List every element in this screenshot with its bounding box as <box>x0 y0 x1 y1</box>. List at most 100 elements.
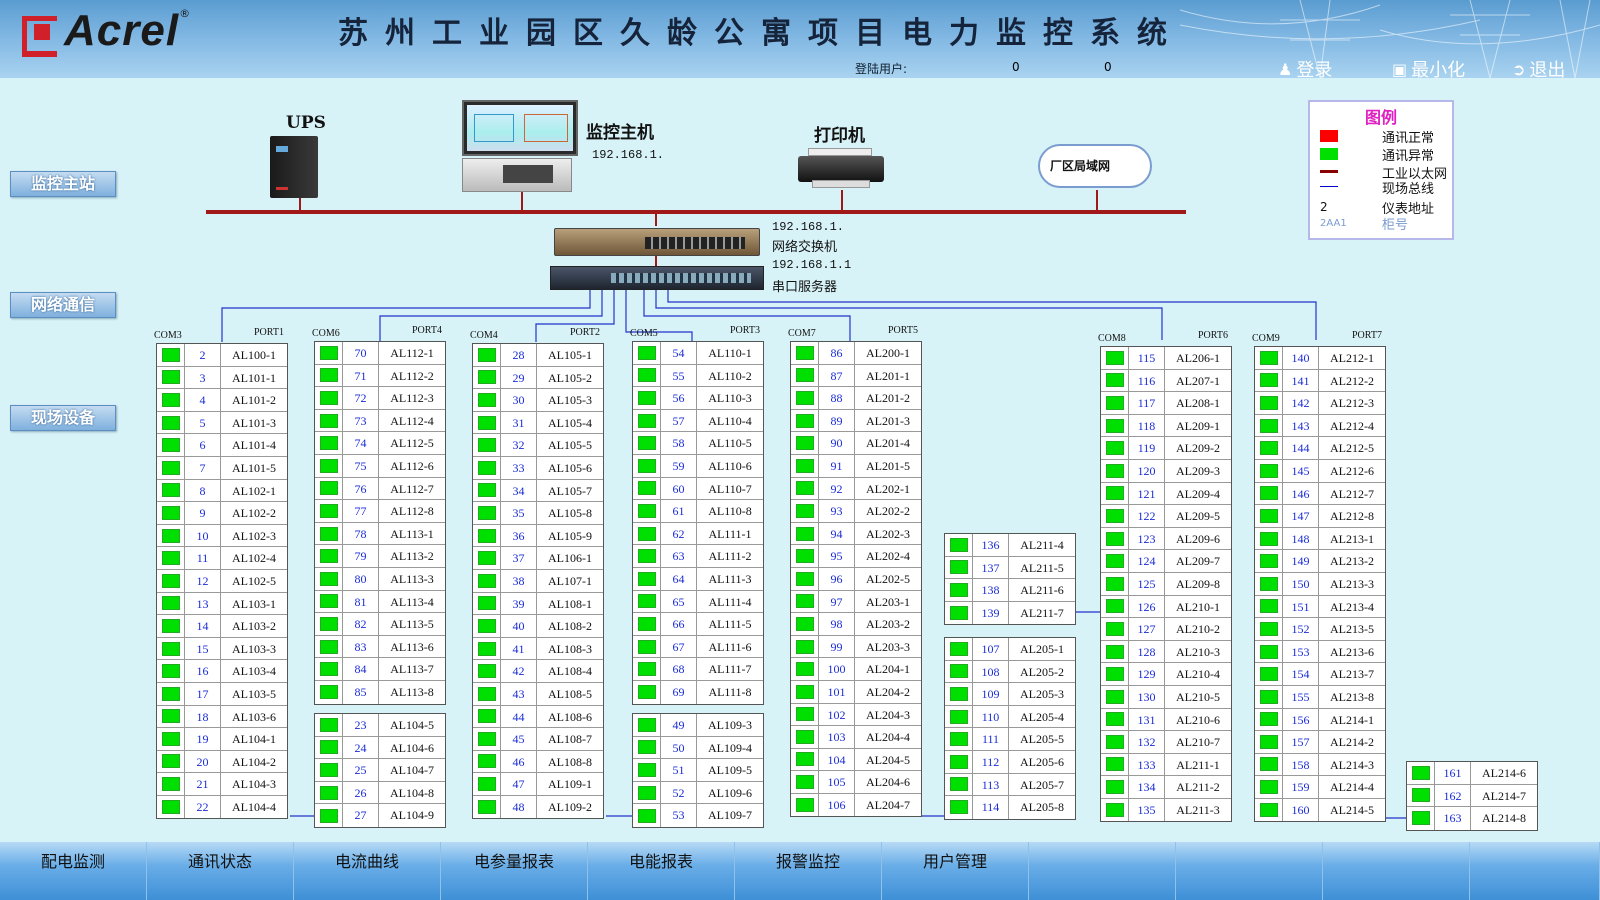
device-row[interactable]: 80 AL113-3 <box>315 567 445 591</box>
device-row[interactable]: 102 AL204-3 <box>791 703 921 727</box>
device-row[interactable]: 2 AL100-1 <box>157 344 287 367</box>
device-row[interactable]: 34 AL105-7 <box>473 479 603 503</box>
device-row[interactable]: 45 AL108-7 <box>473 728 603 751</box>
device-row[interactable]: 71 AL112-2 <box>315 364 445 388</box>
device-row[interactable]: 65 AL111-4 <box>633 590 763 614</box>
device-row[interactable]: 7 AL101-5 <box>157 456 287 480</box>
device-row[interactable]: 53 AL109-7 <box>633 804 763 827</box>
device-row[interactable]: 109 AL205-3 <box>945 683 1075 706</box>
device-row[interactable]: 81 AL113-4 <box>315 590 445 614</box>
device-row[interactable]: 85 AL113-8 <box>315 680 445 704</box>
device-row[interactable]: 74 AL112-5 <box>315 432 445 455</box>
device-row[interactable]: 39 AL108-1 <box>473 592 603 616</box>
device-row[interactable]: 131 AL210-6 <box>1101 708 1231 732</box>
device-row[interactable]: 143 AL212-4 <box>1255 414 1385 438</box>
device-row[interactable]: 60 AL110-7 <box>633 477 763 501</box>
device-row[interactable]: 112 AL205-6 <box>945 750 1075 774</box>
device-row[interactable]: 141 AL212-2 <box>1255 369 1385 393</box>
device-row[interactable]: 64 AL111-3 <box>633 567 763 591</box>
device-row[interactable]: 129 AL210-4 <box>1101 663 1231 686</box>
device-row[interactable]: 67 AL111-6 <box>633 635 763 659</box>
device-row[interactable]: 15 AL103-3 <box>157 637 287 661</box>
device-row[interactable]: 31 AL105-4 <box>473 411 603 435</box>
device-row[interactable]: 97 AL203-1 <box>791 590 921 614</box>
device-row[interactable]: 159 AL214-4 <box>1255 776 1385 799</box>
device-row[interactable]: 142 AL212-3 <box>1255 392 1385 415</box>
device-row[interactable]: 105 AL204-6 <box>791 771 921 794</box>
device-row[interactable]: 88 AL201-2 <box>791 387 921 410</box>
device-row[interactable]: 133 AL211-1 <box>1101 753 1231 777</box>
device-row[interactable]: 33 AL105-6 <box>473 456 603 480</box>
device-row[interactable]: 136 AL211-4 <box>945 534 1075 557</box>
bottom-tab[interactable] <box>1029 842 1176 900</box>
device-row[interactable]: 108 AL205-2 <box>945 660 1075 684</box>
device-row[interactable]: 119 AL209-2 <box>1101 437 1231 460</box>
device-row[interactable]: 55 AL110-2 <box>633 364 763 388</box>
device-row[interactable]: 107 AL205-1 <box>945 638 1075 661</box>
device-row[interactable]: 89 AL201-3 <box>791 409 921 433</box>
device-row[interactable]: 61 AL110-8 <box>633 500 763 523</box>
device-row[interactable]: 20 AL104-2 <box>157 750 287 774</box>
device-row[interactable]: 28 AL105-1 <box>473 344 603 367</box>
bottom-tab[interactable] <box>1176 842 1323 900</box>
device-row[interactable]: 32 AL105-5 <box>473 434 603 457</box>
device-row[interactable]: 76 AL112-7 <box>315 477 445 501</box>
device-row[interactable]: 152 AL213-5 <box>1255 618 1385 641</box>
device-row[interactable]: 9 AL102-2 <box>157 502 287 525</box>
device-row[interactable]: 70 AL112-1 <box>315 342 445 365</box>
bottom-tab[interactable]: 用户管理 <box>882 842 1029 900</box>
device-row[interactable]: 99 AL203-3 <box>791 635 921 659</box>
device-row[interactable]: 144 AL212-5 <box>1255 437 1385 460</box>
device-row[interactable]: 162 AL214-7 <box>1407 784 1537 808</box>
device-row[interactable]: 75 AL112-6 <box>315 454 445 478</box>
device-row[interactable]: 98 AL203-2 <box>791 613 921 636</box>
device-row[interactable]: 30 AL105-3 <box>473 389 603 412</box>
device-row[interactable]: 91 AL201-5 <box>791 454 921 478</box>
device-row[interactable]: 90 AL201-4 <box>791 432 921 455</box>
device-row[interactable]: 49 AL109-3 <box>633 714 763 737</box>
device-row[interactable]: 59 AL110-6 <box>633 454 763 478</box>
device-row[interactable]: 38 AL107-1 <box>473 569 603 593</box>
device-row[interactable]: 36 AL105-9 <box>473 524 603 548</box>
device-row[interactable]: 94 AL202-3 <box>791 522 921 546</box>
device-row[interactable]: 50 AL109-4 <box>633 736 763 760</box>
device-row[interactable]: 134 AL211-2 <box>1101 776 1231 799</box>
device-row[interactable]: 138 AL211-6 <box>945 579 1075 602</box>
device-row[interactable]: 62 AL111-1 <box>633 522 763 546</box>
device-row[interactable]: 130 AL210-5 <box>1101 685 1231 709</box>
device-row[interactable]: 24 AL104-6 <box>315 736 445 760</box>
device-row[interactable]: 148 AL213-1 <box>1255 527 1385 551</box>
device-row[interactable]: 73 AL112-4 <box>315 409 445 433</box>
device-row[interactable]: 100 AL204-1 <box>791 658 921 681</box>
device-row[interactable]: 41 AL108-3 <box>473 637 603 661</box>
device-row[interactable]: 95 AL202-4 <box>791 545 921 568</box>
device-row[interactable]: 145 AL212-6 <box>1255 459 1385 483</box>
bottom-tab[interactable]: 报警监控 <box>735 842 882 900</box>
device-row[interactable]: 26 AL104-8 <box>315 781 445 805</box>
device-row[interactable]: 87 AL201-1 <box>791 364 921 388</box>
bottom-tab[interactable]: 通讯状态 <box>147 842 294 900</box>
device-row[interactable]: 10 AL102-3 <box>157 524 287 548</box>
device-row[interactable]: 77 AL112-8 <box>315 500 445 523</box>
device-row[interactable]: 106 AL204-7 <box>791 793 921 817</box>
bottom-tab[interactable] <box>1323 842 1470 900</box>
device-row[interactable]: 83 AL113-6 <box>315 635 445 659</box>
device-row[interactable]: 149 AL213-2 <box>1255 550 1385 573</box>
device-row[interactable]: 96 AL202-5 <box>791 567 921 591</box>
device-row[interactable]: 116 AL207-1 <box>1101 369 1231 393</box>
device-row[interactable]: 84 AL113-7 <box>315 658 445 681</box>
device-row[interactable]: 17 AL103-5 <box>157 682 287 706</box>
device-row[interactable]: 114 AL205-8 <box>945 796 1075 819</box>
device-row[interactable]: 48 AL109-2 <box>473 795 603 819</box>
device-row[interactable]: 22 AL104-4 <box>157 795 287 819</box>
device-row[interactable]: 117 AL208-1 <box>1101 392 1231 415</box>
device-row[interactable]: 58 AL110-5 <box>633 432 763 455</box>
device-row[interactable]: 79 AL113-2 <box>315 545 445 568</box>
device-row[interactable]: 11 AL102-4 <box>157 547 287 570</box>
device-row[interactable]: 146 AL212-7 <box>1255 482 1385 506</box>
device-row[interactable]: 163 AL214-8 <box>1407 807 1537 830</box>
device-row[interactable]: 103 AL204-4 <box>791 726 921 749</box>
device-row[interactable]: 127 AL210-2 <box>1101 618 1231 641</box>
device-row[interactable]: 150 AL213-3 <box>1255 572 1385 596</box>
device-row[interactable]: 27 AL104-9 <box>315 804 445 827</box>
